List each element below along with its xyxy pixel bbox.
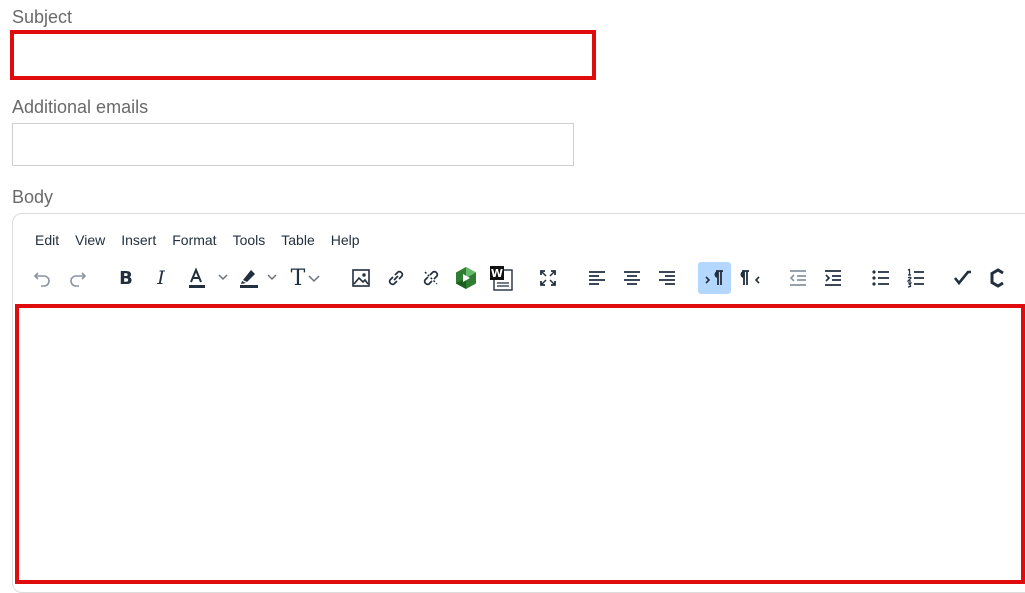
spellcheck-button[interactable] [948, 262, 978, 294]
insert-link-button[interactable] [381, 262, 411, 294]
align-left-icon [589, 271, 605, 285]
body-editor-area[interactable] [15, 304, 1025, 584]
indent-icon [825, 270, 841, 286]
text-color-icon [189, 267, 228, 288]
align-right-button[interactable] [652, 262, 682, 294]
additional-emails-input[interactable] [12, 123, 574, 166]
redo-icon [70, 272, 87, 287]
word-document-icon: W [490, 266, 513, 291]
menu-view[interactable]: View [67, 230, 113, 250]
text-color-button[interactable] [183, 262, 231, 294]
align-left-button[interactable] [582, 262, 612, 294]
bullet-list-icon [872, 270, 889, 286]
rtl-button[interactable] [735, 262, 765, 294]
insert-image-button[interactable] [346, 262, 376, 294]
rich-text-editor: Edit View Insert Format Tools Table Help… [12, 213, 1025, 593]
link-icon [388, 270, 404, 286]
numbered-list-button[interactable] [901, 262, 931, 294]
font-size-icon: T [290, 265, 306, 291]
undo-icon [33, 272, 50, 287]
word-import-button[interactable]: W [486, 262, 516, 294]
image-icon [352, 269, 370, 287]
body-label: Body [12, 187, 54, 207]
checkmark-icon [953, 270, 971, 286]
menu-format[interactable]: Format [164, 230, 224, 250]
left-to-right-icon [704, 270, 723, 285]
outdent-button[interactable] [783, 262, 813, 294]
unlink-button[interactable] [416, 262, 446, 294]
undo-button[interactable] [27, 262, 57, 294]
unlink-icon [423, 270, 439, 286]
font-size-dropdown-icon [308, 275, 320, 283]
c-logo-icon [990, 268, 1004, 288]
insert-media-button[interactable] [451, 262, 481, 294]
c-plugin-button[interactable] [983, 262, 1013, 294]
editor-menubar: Edit View Insert Format Tools Table Help [27, 230, 368, 250]
align-center-icon [624, 271, 640, 285]
fullscreen-button[interactable] [533, 262, 563, 294]
align-center-button[interactable] [617, 262, 647, 294]
align-right-icon [659, 271, 675, 285]
fullscreen-icon [540, 270, 556, 286]
italic-icon: I [157, 267, 165, 289]
numbered-list-icon [906, 268, 924, 288]
menu-insert[interactable]: Insert [113, 230, 164, 250]
media-play-icon [456, 267, 476, 289]
redo-button[interactable] [63, 262, 93, 294]
menu-help[interactable]: Help [323, 230, 368, 250]
bold-button[interactable]: B [111, 262, 141, 294]
ltr-button[interactable] [698, 262, 731, 294]
subject-label: Subject [12, 7, 73, 27]
font-size-button[interactable]: T [286, 262, 326, 294]
outdent-icon [789, 270, 806, 286]
highlight-icon [240, 270, 277, 288]
additional-emails-label: Additional emails [12, 97, 149, 117]
right-to-left-icon [740, 270, 760, 285]
menu-table[interactable]: Table [273, 230, 322, 250]
highlight-color-button[interactable] [235, 262, 283, 294]
word-glyph: W [491, 267, 503, 280]
indent-button[interactable] [818, 262, 848, 294]
italic-button[interactable]: I [146, 262, 176, 294]
bold-icon: B [119, 267, 133, 289]
menu-tools[interactable]: Tools [225, 230, 274, 250]
subject-input[interactable] [10, 30, 596, 80]
bullet-list-button[interactable] [866, 262, 896, 294]
menu-edit[interactable]: Edit [27, 230, 67, 250]
